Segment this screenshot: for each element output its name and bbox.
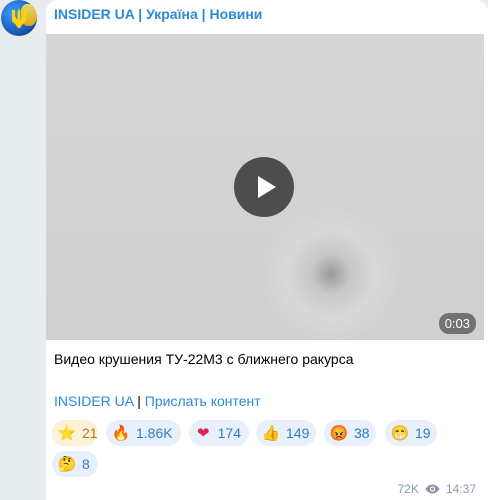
video-duration: 0:03 (438, 313, 476, 334)
message-caption: Видео крушения ТУ-22М3 с ближнего ракурс… (54, 351, 354, 367)
fire-icon: 🔥 (111, 424, 131, 442)
channel-name[interactable]: INSIDER UA | Україна | Новини (54, 6, 262, 22)
reaction-heart[interactable]: ❤ 174 (189, 420, 249, 446)
reaction-count: 174 (217, 425, 241, 441)
thinking-face-icon: 🤔 (57, 455, 77, 473)
channel-link[interactable]: INSIDER UA (54, 393, 133, 409)
eye-icon (425, 484, 440, 494)
reaction-count: 149 (286, 425, 310, 441)
channel-avatar[interactable] (1, 0, 37, 36)
reaction-thumbs-up[interactable]: 👍 149 (256, 420, 316, 446)
message-links: INSIDER UA | Прислать контент (54, 393, 261, 409)
view-count: 72K (397, 482, 419, 496)
trident-icon (12, 8, 26, 28)
reaction-count: 21 (82, 425, 98, 441)
reaction-count: 38 (354, 425, 370, 441)
reaction-angry[interactable]: 😡 38 (324, 420, 376, 446)
link-separator: | (133, 393, 145, 409)
reaction-count: 19 (415, 425, 431, 441)
play-button[interactable] (234, 157, 294, 217)
heart-icon: ❤ (197, 424, 210, 442)
submit-content-link[interactable]: Прислать контент (145, 393, 261, 409)
reaction-star[interactable]: ⭐ 21 (52, 420, 98, 446)
reaction-thinking[interactable]: 🤔 8 (52, 451, 98, 477)
grinning-face-icon: 😁 (390, 424, 410, 442)
message-bubble: INSIDER UA | Україна | Новини 0:03 Видео… (46, 0, 488, 500)
video-player[interactable]: 0:03 (46, 34, 484, 340)
reaction-grin[interactable]: 😁 19 (385, 420, 437, 446)
message-meta: 72K 14:37 (398, 482, 476, 496)
message-time: 14:37 (445, 482, 476, 496)
angry-face-icon: 😡 (329, 424, 349, 442)
reaction-count: 1.86K (136, 425, 173, 441)
star-icon: ⭐ (57, 424, 77, 442)
play-icon (258, 176, 276, 198)
reaction-count: 8 (82, 456, 90, 472)
reaction-fire[interactable]: 🔥 1.86K (106, 420, 181, 446)
thumbs-up-icon: 👍 (261, 424, 281, 442)
